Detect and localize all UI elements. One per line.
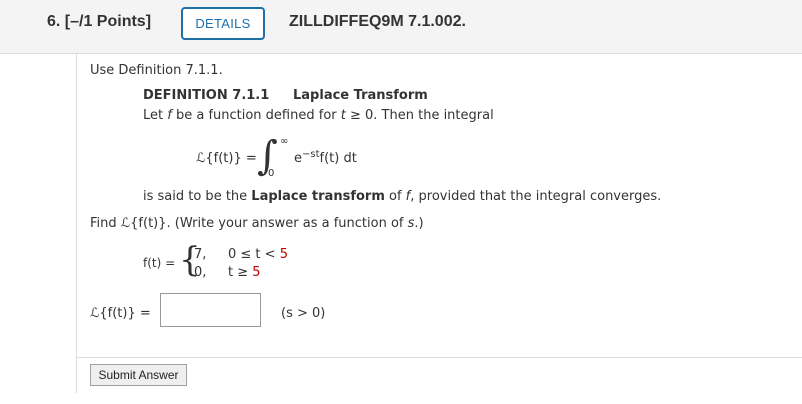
details-button[interactable]: DETAILS	[181, 7, 265, 40]
divider	[76, 357, 802, 358]
formula-lhs: ℒ{f(t)} =	[196, 151, 257, 166]
piecewise-row-1-value: 7,	[194, 247, 207, 262]
submit-answer-button[interactable]: Submit Answer	[90, 364, 187, 386]
intro-text: Use Definition 7.1.1.	[90, 63, 223, 78]
question-code: ZILLDIFFEQ9M 7.1.002.	[289, 13, 466, 30]
answer-label: ℒ{f(t)} =	[90, 306, 151, 321]
definition-name: Laplace Transform	[293, 88, 428, 103]
task-line: Find ℒ{f(t)}. (Write your answer as a fu…	[90, 216, 424, 231]
answer-input[interactable]	[160, 293, 261, 327]
question-header: 6. [–/1 Points] DETAILS ZILLDIFFEQ9M 7.1…	[0, 0, 802, 54]
conclusion-line: is said to be the Laplace transform of f…	[143, 189, 662, 204]
integrand: e−stf(t) dt	[294, 149, 357, 166]
piecewise-row-2-value: 0,	[194, 265, 207, 280]
piecewise-lhs: f(t) =	[143, 256, 176, 270]
piecewise-row-2-condition: t ≥ 5	[228, 265, 261, 280]
piecewise-row-1-condition: 0 ≤ t < 5	[228, 247, 288, 262]
definition-title: DEFINITION 7.1.1	[143, 88, 270, 103]
answer-condition: (s > 0)	[281, 306, 326, 321]
integral-lower-limit: 0	[268, 168, 275, 179]
definition-line: Let f be a function defined for t ≥ 0. T…	[143, 108, 494, 123]
question-number: 6. [–/1 Points]	[47, 13, 152, 30]
integral-upper-limit: ∞	[280, 136, 289, 147]
